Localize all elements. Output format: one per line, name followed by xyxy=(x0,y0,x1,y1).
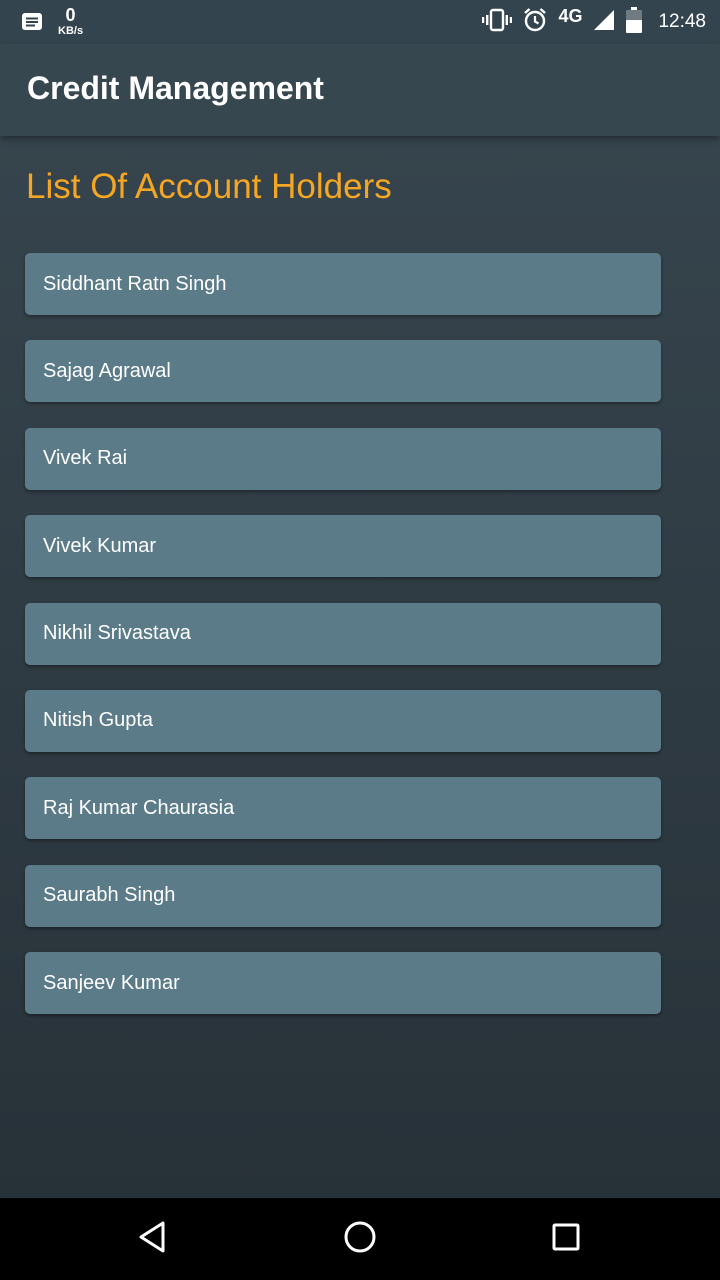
home-icon xyxy=(340,1217,380,1262)
account-holder-list: Siddhant Ratn Singh Sajag Agrawal Vivek … xyxy=(25,253,661,1040)
account-holder-item[interactable]: Saurabh Singh xyxy=(25,864,661,927)
message-icon xyxy=(20,10,44,34)
network-speed-value: 0 xyxy=(65,5,76,25)
status-bar-right: 4G 12:48 xyxy=(472,0,706,44)
vibrate-icon xyxy=(482,8,513,37)
clock: 12:48 xyxy=(658,11,706,32)
account-holder-item[interactable]: Raj Kumar Chaurasia xyxy=(25,777,661,840)
account-holder-item[interactable]: Nikhil Srivastava xyxy=(25,602,661,665)
battery-icon xyxy=(626,6,643,38)
network-speed-unit: KB/s xyxy=(58,25,84,37)
app-bar: Credit Management xyxy=(0,44,720,136)
section-title: List Of Account Holders xyxy=(26,167,392,206)
home-button[interactable] xyxy=(340,1219,380,1259)
alarm-icon xyxy=(522,7,548,38)
recents-button[interactable] xyxy=(546,1219,586,1259)
navigation-bar xyxy=(0,1198,720,1280)
network-type: 4G xyxy=(558,5,583,26)
account-holder-item[interactable]: Siddhant Ratn Singh xyxy=(25,253,661,315)
account-holder-item[interactable]: Vivek Rai xyxy=(25,427,661,490)
back-icon xyxy=(133,1217,173,1262)
signal-icon xyxy=(592,8,616,37)
recents-icon xyxy=(546,1217,586,1262)
account-holder-item[interactable]: Sajag Agrawal xyxy=(25,340,661,403)
status-bar-left: 0 KB/s xyxy=(20,6,83,37)
app-title: Credit Management xyxy=(27,70,324,106)
main-content: List Of Account Holders Siddhant Ratn Si… xyxy=(0,136,720,1198)
back-button[interactable] xyxy=(133,1219,173,1259)
account-holder-item[interactable]: Sanjeev Kumar xyxy=(25,952,661,1015)
status-bar: 0 KB/s 4G 12:48 xyxy=(0,0,720,44)
account-holder-item[interactable]: Nitish Gupta xyxy=(25,689,661,752)
network-speed: 0 KB/s xyxy=(58,6,83,37)
account-holder-item[interactable]: Vivek Kumar xyxy=(25,515,661,578)
